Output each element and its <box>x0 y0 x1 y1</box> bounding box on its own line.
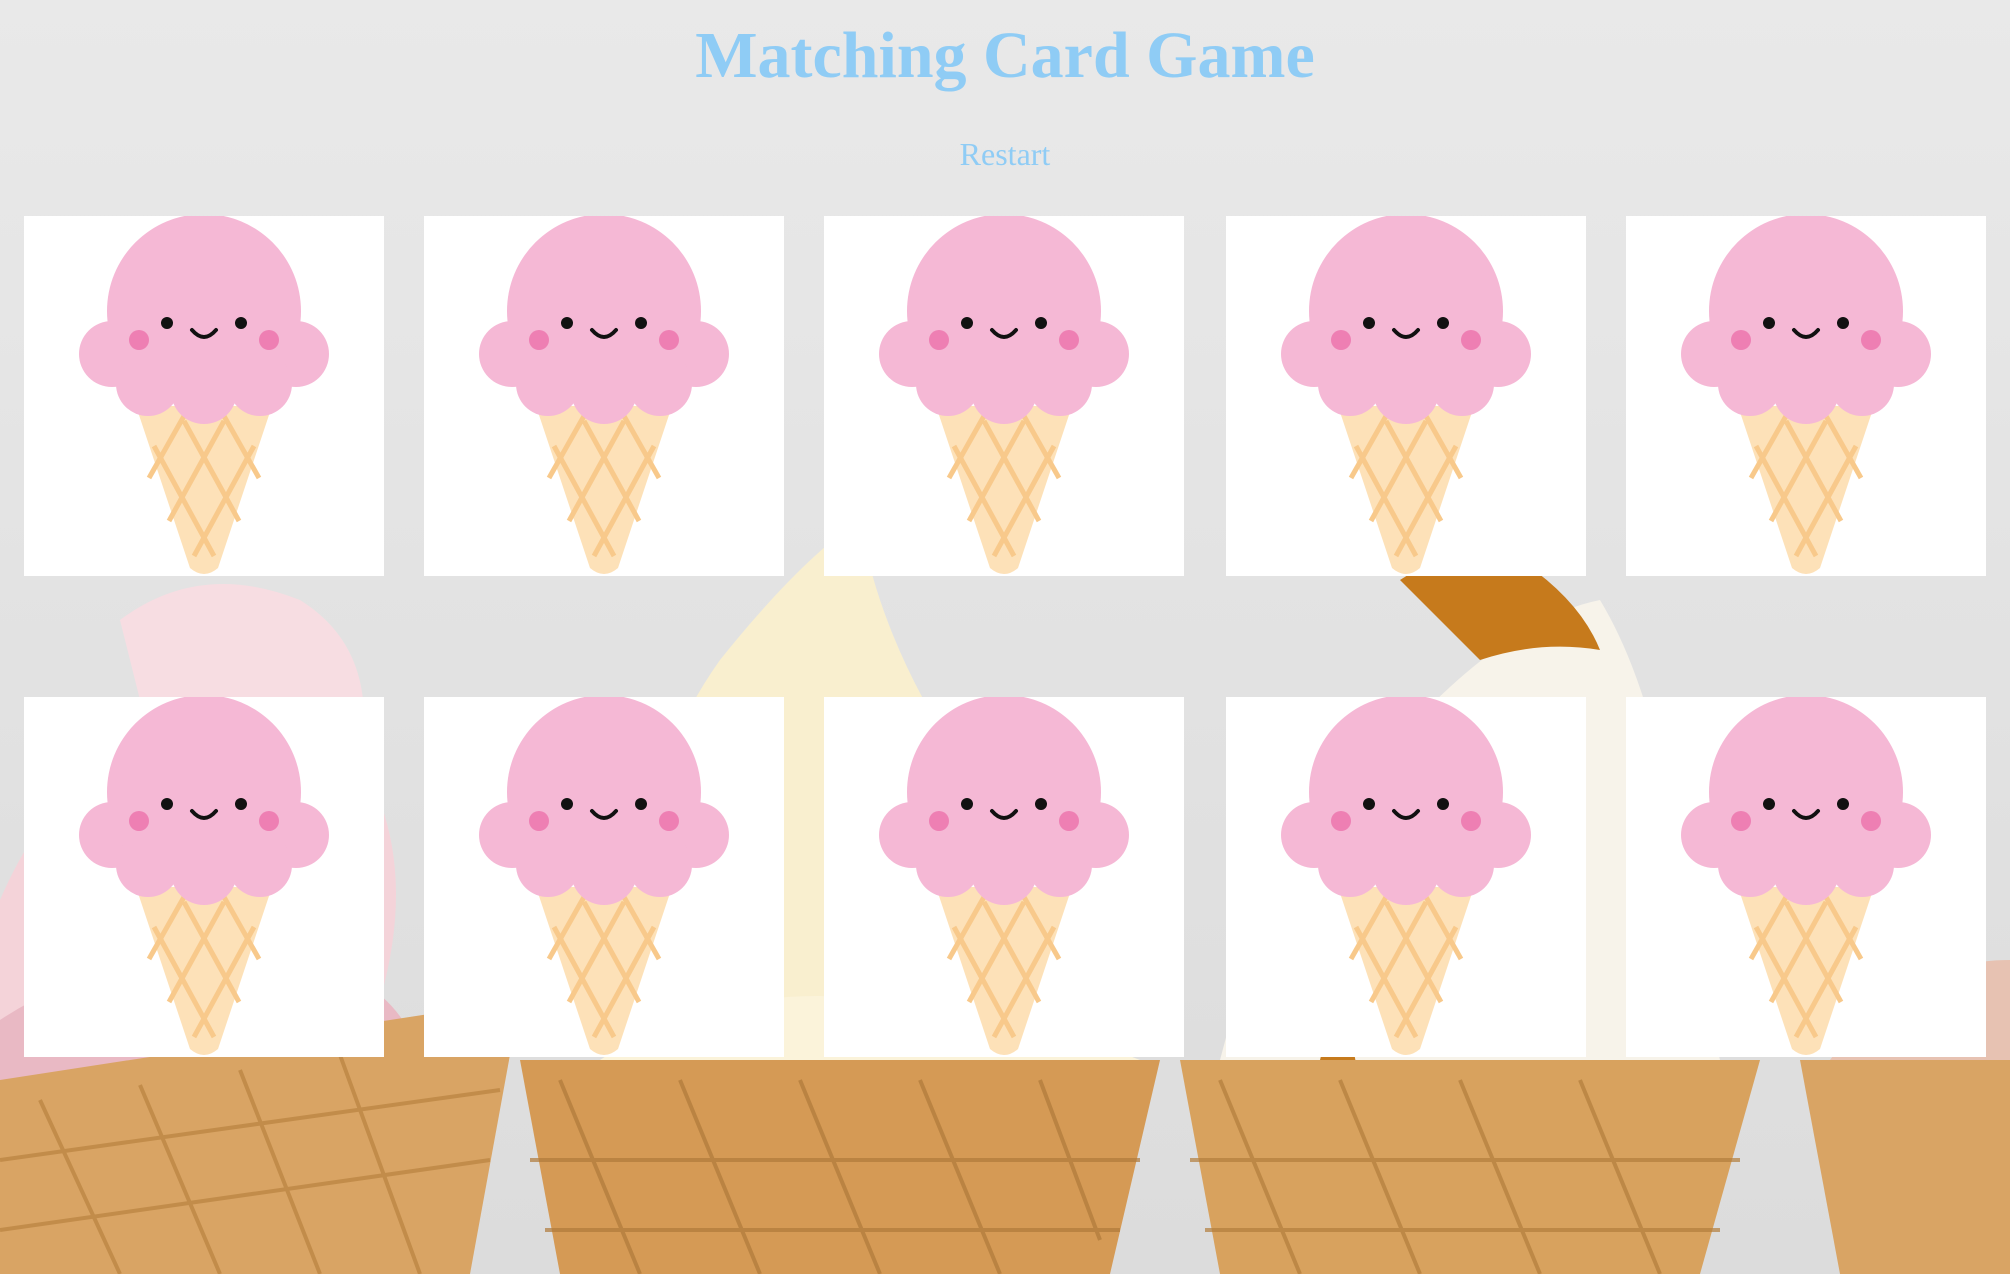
card-4[interactable] <box>1226 216 1586 576</box>
ice-cream-cone-icon <box>79 216 329 574</box>
ice-cream-cone-icon <box>479 216 729 574</box>
card-9[interactable] <box>1226 697 1586 1057</box>
ice-cream-cone-icon <box>79 697 329 1055</box>
card-6[interactable] <box>24 697 384 1057</box>
ice-cream-background-image <box>0 520 2010 1274</box>
card-5[interactable] <box>1626 216 1986 576</box>
card-1[interactable] <box>24 216 384 576</box>
ice-cream-cone-icon <box>1681 216 1931 574</box>
restart-button-row: Restart <box>0 136 2010 173</box>
card-3[interactable] <box>824 216 1184 576</box>
ice-cream-cone-icon <box>479 697 729 1055</box>
restart-button[interactable]: Restart <box>960 136 1051 172</box>
ice-cream-cone-icon <box>879 216 1129 574</box>
ice-cream-cone-icon <box>1681 697 1931 1055</box>
card-10[interactable] <box>1626 697 1986 1057</box>
card-7[interactable] <box>424 697 784 1057</box>
ice-cream-cone-icon <box>1281 697 1531 1055</box>
card-2[interactable] <box>424 216 784 576</box>
ice-cream-cone-icon <box>879 697 1129 1055</box>
page-title: Matching Card Game <box>695 19 1315 92</box>
card-8[interactable] <box>824 697 1184 1057</box>
ice-cream-cone-icon <box>1281 216 1531 574</box>
